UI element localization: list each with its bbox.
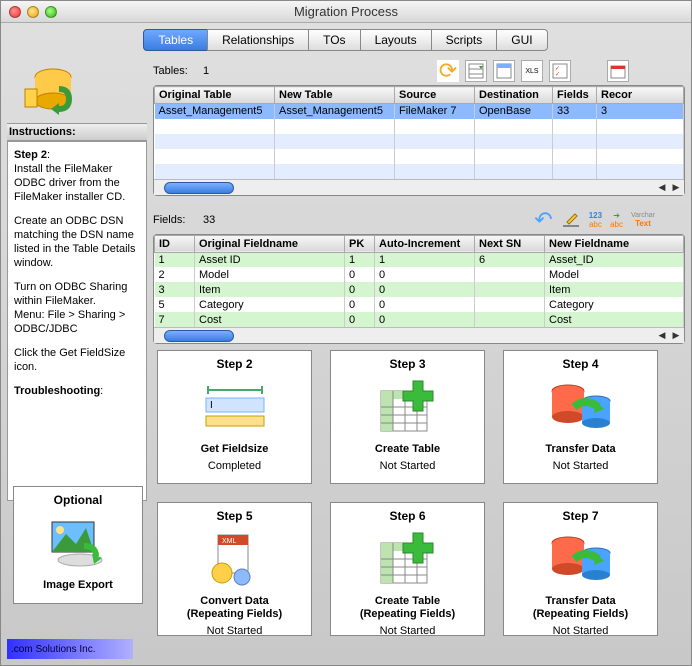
fields-grid[interactable]: ID Original Fieldname PK Auto-Increment … [153, 234, 685, 345]
abc-icon[interactable]: ➔abc [610, 211, 623, 229]
fields-label: Fields: [153, 214, 203, 226]
step-title: Step 6 [389, 509, 425, 523]
instructions-p3b: Menu: File > Sharing > ODBC/JDBC [14, 309, 125, 335]
step-name: Get Fieldsize [201, 443, 269, 456]
step6-card[interactable]: Step 6 Create Table(Repeating Fields) No… [330, 502, 485, 636]
svg-text:I: I [210, 400, 213, 411]
instructions-p2: Create an ODBC DSN matching the DSN name… [14, 214, 140, 270]
step-status: Not Started [553, 460, 609, 472]
titlebar: Migration Process [1, 1, 691, 23]
th-fields[interactable]: Fields [553, 87, 597, 104]
table-row[interactable]: Asset_Management5 Asset_Management5 File… [155, 104, 684, 119]
step-status: Not Started [553, 625, 609, 637]
xml-convert-icon: XML [200, 529, 270, 589]
tab-scripts[interactable]: Scripts [431, 29, 498, 51]
step-title: Step 5 [216, 509, 252, 523]
tab-tables[interactable]: Tables [143, 29, 208, 51]
fields-count: 33 [203, 214, 233, 226]
step-name: Image Export [43, 579, 113, 592]
instructions-header: Instructions: [7, 123, 147, 141]
tables-hscroll[interactable]: ◀▶ [154, 179, 684, 195]
th-source[interactable]: Source [395, 87, 475, 104]
tab-gui[interactable]: GUI [496, 29, 547, 51]
instructions-text: Step 2:Install the FileMaker ODBC driver… [7, 141, 147, 501]
step-title: Step 7 [562, 509, 598, 523]
th-original-table[interactable]: Original Table [155, 87, 275, 104]
table-row[interactable] [155, 134, 684, 149]
instructions-p1: Install the FileMaker ODBC driver from t… [14, 163, 125, 203]
th-pk[interactable]: PK [345, 235, 375, 252]
xls-icon[interactable]: XLS [521, 60, 543, 82]
step4-card[interactable]: Step 4 Transfer Data Not Started [503, 350, 658, 484]
step3-card[interactable]: Step 3 Create Table Not Started [330, 350, 485, 484]
step-status: Not Started [380, 625, 436, 637]
troubleshooting-label: Troubleshooting [14, 385, 100, 397]
instructions-p4: Click the Get FieldSize icon. [14, 346, 140, 374]
table-row[interactable]: 2Model00Model [155, 267, 684, 282]
step-title: Step 3 [389, 357, 425, 371]
step7-card[interactable]: Step 7 Transfer Data(Repeating Fields) N… [503, 502, 658, 636]
tables-grid[interactable]: Original Table New Table Source Destinat… [153, 85, 685, 196]
step-name: Convert Data(Repeating Fields) [187, 595, 282, 621]
instructions-p3a: Turn on ODBC Sharing within FileMaker. [14, 281, 127, 307]
footer-company: .com Solutions Inc. [7, 639, 133, 659]
th-original-fieldname[interactable]: Original Fieldname [195, 235, 345, 252]
step-title: Step 2 [216, 357, 252, 371]
step-status: Not Started [380, 460, 436, 472]
transfer-data-icon [546, 377, 616, 437]
step-label: Step 2 [14, 149, 47, 161]
tables-count: 1 [203, 65, 233, 77]
svg-text:XML: XML [222, 538, 237, 545]
calendar-icon[interactable] [607, 60, 629, 82]
th-auto-increment[interactable]: Auto-Increment [375, 235, 475, 252]
tab-layouts[interactable]: Layouts [360, 29, 432, 51]
fields-hscroll[interactable]: ◀▶ [154, 327, 684, 343]
tab-tos[interactable]: TOs [308, 29, 360, 51]
transfer-data-icon [546, 529, 616, 589]
table-row[interactable]: 3Item00Item [155, 282, 684, 297]
varchar-text-icon[interactable]: VarcharText [631, 212, 655, 228]
tab-relationships[interactable]: Relationships [207, 29, 309, 51]
th-new-table[interactable]: New Table [275, 87, 395, 104]
step-name: Transfer Data [545, 443, 615, 456]
th-records[interactable]: Recor [597, 87, 684, 104]
grid2-icon[interactable] [493, 60, 515, 82]
pencil-icon[interactable] [561, 208, 581, 231]
step5-card[interactable]: Step 5 XML Convert Data(Repeating Fields… [157, 502, 312, 636]
step2-card[interactable]: Step 2 I Get Fieldsize Completed [157, 350, 312, 484]
checklist-icon[interactable]: ✓✓ [549, 60, 571, 82]
main-tabs: Tables Relationships TOs Layouts Scripts… [1, 29, 691, 51]
create-table-icon [373, 377, 443, 437]
step-status: Completed [208, 460, 261, 472]
th-new-fieldname[interactable]: New Fieldname [545, 235, 684, 252]
table-row[interactable]: 7Cost00Cost [155, 312, 684, 327]
undo-icon[interactable]: ↶ [534, 207, 552, 233]
table-row[interactable] [155, 149, 684, 164]
th-id[interactable]: ID [155, 235, 195, 252]
step-name: Create Table(Repeating Fields) [360, 595, 455, 621]
refresh-icon[interactable]: ⟳ [437, 60, 459, 82]
image-export-icon [43, 513, 113, 573]
grid1-icon[interactable] [465, 60, 487, 82]
create-table-icon [373, 529, 443, 589]
window-title: Migration Process [1, 4, 691, 19]
svg-text:✓: ✓ [555, 72, 560, 78]
th-next-sn[interactable]: Next SN [475, 235, 545, 252]
step-name: Transfer Data(Repeating Fields) [533, 595, 628, 621]
table-row[interactable] [155, 164, 684, 179]
ruler-icon: I [200, 377, 270, 437]
step-name: Create Table [375, 443, 440, 456]
app-icon [15, 59, 75, 119]
table-row[interactable]: 1Asset ID116Asset_ID [155, 252, 684, 267]
table-row[interactable]: 5Category00Category [155, 297, 684, 312]
tables-label: Tables: [153, 65, 203, 77]
optional-card[interactable]: Optional Image Export [13, 486, 143, 604]
abc123-icon[interactable]: 123abc [589, 211, 602, 229]
step-status: Not Started [207, 625, 263, 637]
step-title: Step 4 [562, 357, 598, 371]
step-title: Optional [54, 493, 103, 507]
th-destination[interactable]: Destination [475, 87, 553, 104]
table-row[interactable] [155, 119, 684, 134]
